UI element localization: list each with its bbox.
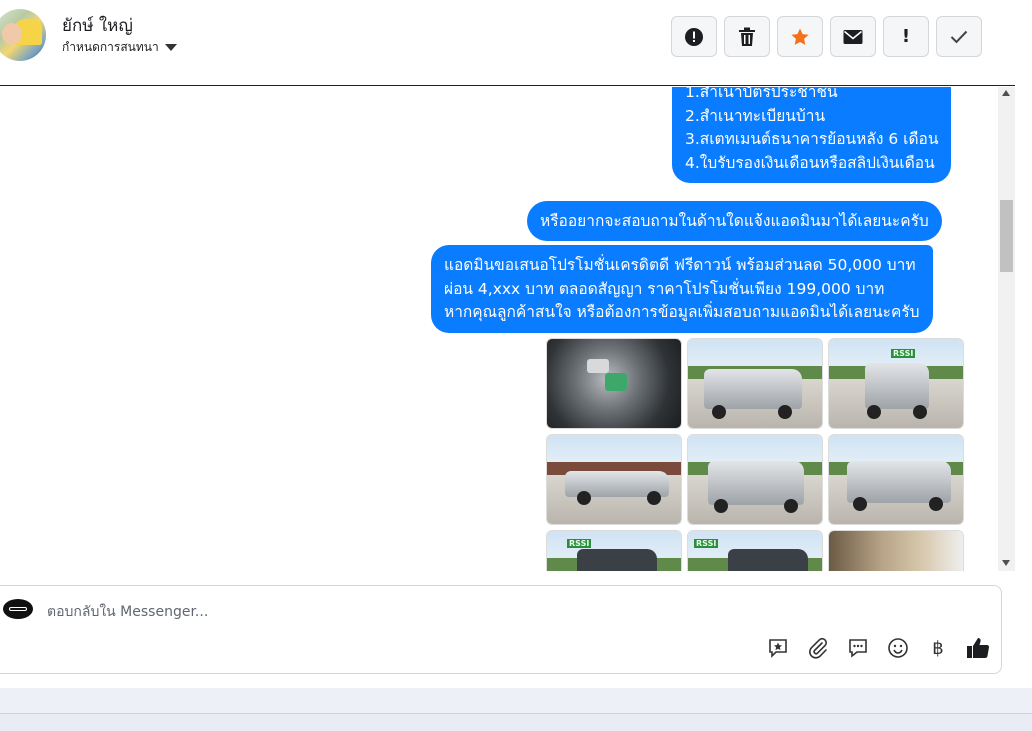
photo-truck-front[interactable] — [687, 338, 823, 429]
emoji-button[interactable] — [886, 636, 910, 660]
envelope-icon — [843, 29, 863, 44]
conversation-header: ยักษ์ ใหญ่ กำหนดการสนทนา ! — [0, 0, 1015, 86]
page-logo — [3, 599, 33, 619]
scroll-down-icon[interactable] — [1002, 560, 1010, 566]
check-icon — [950, 30, 968, 43]
payment-button[interactable]: ฿ — [926, 636, 950, 660]
attachment-icon — [809, 637, 827, 659]
reply-input[interactable] — [47, 602, 747, 622]
message-text: หรืออยากจะสอบถามในด้านใดแจ้งแอดมินมาได้เ… — [540, 212, 929, 230]
scrollbar-thumb[interactable] — [1000, 200, 1013, 272]
follow-up-button[interactable]: ! — [883, 16, 929, 57]
photo-grid: RSSI RSSI RSSI — [546, 338, 964, 571]
assign-conversation-dropdown[interactable]: กำหนดการสนทนา — [62, 38, 177, 57]
composer-tools: ฿ — [766, 636, 990, 660]
message-line: หากคุณลูกค้าสนใจ หรือต้องการข้อมูลเพิ่มส… — [444, 303, 920, 321]
mark-unread-button[interactable] — [830, 16, 876, 57]
delete-button[interactable] — [724, 16, 770, 57]
message-line: 1.สำเนาบัตรประชาชน — [685, 87, 838, 101]
avatar[interactable] — [0, 9, 46, 61]
thumbs-up-icon — [967, 638, 990, 659]
mark-spam-button[interactable] — [671, 16, 717, 57]
spam-icon — [685, 27, 703, 46]
chat-bubble-icon — [849, 639, 867, 658]
photo-engine[interactable] — [546, 338, 682, 429]
message-line: 2.สำเนาทะเบียนบ้าน — [685, 106, 826, 125]
message-line: ผ่อน 4,xxx บาท ตลอดสัญญา ราคาโปรโมชั่นเพ… — [444, 279, 885, 298]
emoji-icon — [888, 638, 908, 658]
like-button[interactable] — [966, 636, 990, 660]
follow-up-icon: ! — [901, 26, 911, 47]
dealer-sign: RSSI — [567, 539, 592, 548]
photo-interior[interactable] — [828, 530, 964, 571]
star-button[interactable] — [777, 16, 823, 57]
baht-payment-icon: ฿ — [932, 637, 944, 659]
thread-scrollbar[interactable] — [998, 87, 1015, 571]
window-edge — [1015, 0, 1032, 688]
saved-reply-button[interactable] — [766, 636, 790, 660]
message-line: 3.สเตทเมนต์ธนาคารย้อนหลัง 6 เดือน — [685, 130, 939, 148]
star-icon — [791, 28, 809, 45]
saved-reply-icon — [769, 639, 787, 658]
photo-truck-rear-quarter[interactable] — [687, 434, 823, 525]
message-line: แอดมินขอเสนอโปรโมชั่นเครดิตดี ฟรีดาวน์ พ… — [444, 256, 916, 274]
dealer-sign: RSSI — [694, 539, 719, 548]
action-toolbar: ! — [671, 16, 982, 57]
message-thread[interactable]: 1.สำเนาบัตรประชาชน 2.สำเนาทะเบียนบ้าน 3.… — [0, 87, 998, 571]
photo-truck-rear[interactable]: RSSI — [828, 338, 964, 429]
dealer-sign: RSSI — [891, 349, 916, 358]
conversation-panel: ยักษ์ ใหญ่ กำหนดการสนทนา ! 1.สำเนาบัตรปร… — [0, 0, 1015, 688]
scroll-up-icon[interactable] — [1002, 90, 1010, 96]
trash-icon — [739, 27, 755, 46]
photo-truck-side[interactable] — [546, 434, 682, 525]
assign-label: กำหนดการสนทนา — [62, 40, 159, 54]
bottom-strip — [0, 688, 1032, 714]
message-line: 4.ใบรับรองเงินเดือนหรือสลิปเงินเดือน — [685, 153, 935, 172]
photo-truck-front-3[interactable]: RSSI — [687, 530, 823, 571]
documents-message-bubble: 1.สำเนาบัตรประชาชน 2.สำเนาทะเบียนบ้าน 3.… — [672, 87, 952, 183]
photo-truck-rear-angle[interactable] — [828, 434, 964, 525]
mark-done-button[interactable] — [936, 16, 982, 57]
ask-message-bubble: หรืออยากจะสอบถามในด้านใดแจ้งแอดมินมาได้เ… — [527, 201, 942, 241]
contact-name[interactable]: ยักษ์ ใหญ่ — [62, 12, 133, 39]
photo-truck-front-2[interactable]: RSSI — [546, 530, 682, 571]
caret-down-icon — [164, 44, 177, 51]
attach-button[interactable] — [806, 636, 830, 660]
quick-replies-button[interactable] — [846, 636, 870, 660]
reply-composer: ฿ — [0, 585, 1002, 674]
promo-message-bubble: แอดมินขอเสนอโปรโมชั่นเครดิตดี ฟรีดาวน์ พ… — [431, 245, 933, 333]
